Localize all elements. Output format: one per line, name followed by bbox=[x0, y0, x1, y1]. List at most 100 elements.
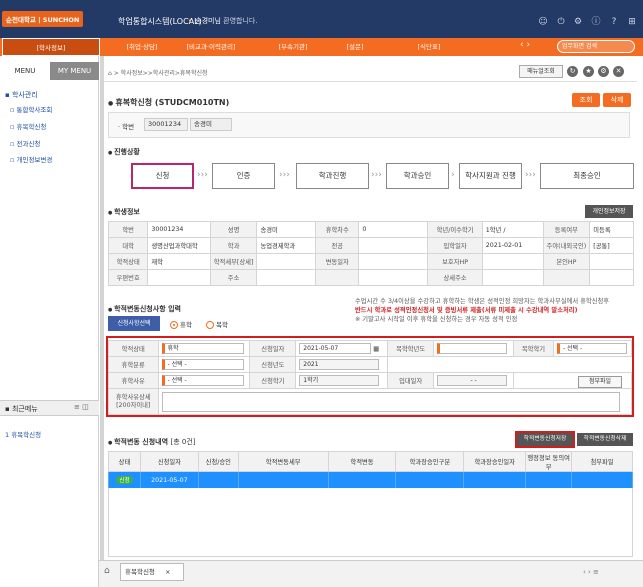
radio-leave[interactable]: 휴학 bbox=[170, 319, 192, 329]
tab-menu[interactable]: MENU bbox=[0, 62, 50, 80]
settings-small-icon[interactable]: ⚙ bbox=[598, 66, 609, 77]
manual-button[interactable]: 매뉴얼조회 bbox=[519, 65, 563, 78]
grid-icon[interactable]: ⊞ bbox=[627, 17, 637, 27]
info-value[interactable] bbox=[589, 253, 634, 270]
info-value[interactable] bbox=[358, 237, 429, 254]
info-value[interactable]: 농업경제학과 bbox=[256, 237, 317, 254]
column-header[interactable]: 신청일자 bbox=[139, 451, 199, 472]
info-value[interactable] bbox=[256, 253, 317, 270]
info-label: 상세주소 bbox=[427, 269, 483, 286]
leave-type-select[interactable]: - 선택 - bbox=[161, 359, 244, 370]
sidebar-splitter[interactable] bbox=[100, 56, 104, 564]
info-value[interactable]: 생명산업과학대학 bbox=[147, 237, 211, 254]
column-header[interactable]: 학적변동 bbox=[327, 451, 397, 472]
info-value[interactable] bbox=[358, 253, 429, 270]
info-value[interactable]: 1학년 / bbox=[481, 221, 544, 238]
student-id-field[interactable]: 30001234 bbox=[144, 118, 188, 131]
status-badge: 신청 bbox=[116, 476, 133, 484]
radio-on-icon bbox=[170, 321, 178, 329]
menu-scroll-arrows[interactable]: ‹ › bbox=[520, 40, 530, 50]
column-header[interactable]: 첨부파일 bbox=[571, 451, 633, 472]
radio-return[interactable]: 복학 bbox=[206, 319, 228, 329]
home-icon[interactable]: ⌂ bbox=[104, 566, 118, 580]
logout-icon[interactable]: ⏻ bbox=[556, 17, 566, 27]
delete-button[interactable]: 삭제 bbox=[603, 93, 631, 107]
step-office-progress: 학사지원과 진행 bbox=[459, 163, 522, 189]
info-value[interactable]: 미등록 bbox=[589, 221, 634, 238]
info-label: 학년/이수학기 bbox=[427, 221, 483, 238]
status-select[interactable]: 휴학 bbox=[161, 343, 244, 354]
info-value[interactable] bbox=[481, 269, 544, 286]
row-date: 2021-05-07 bbox=[139, 471, 199, 489]
menu-tab-affiliates[interactable]: [부속기관] bbox=[252, 38, 334, 56]
apply-delete-button[interactable]: 학적변동신청삭제 bbox=[577, 433, 633, 446]
step-final-approve: 최종승인 bbox=[540, 163, 634, 189]
chevron-icon: ››› bbox=[371, 170, 382, 180]
tab-label: 휴복학신청 bbox=[125, 568, 155, 576]
menu-tab-meal[interactable]: [식단표] bbox=[405, 38, 453, 56]
return-term-label: 복학학기 bbox=[513, 340, 554, 357]
info-label: 본인HP bbox=[542, 253, 591, 270]
home-icon[interactable]: ⌂ bbox=[108, 70, 112, 77]
tree-root-academic[interactable]: ▪ 학사관리 bbox=[5, 90, 38, 100]
reason-detail-textarea[interactable] bbox=[161, 391, 620, 412]
info-value[interactable]: 2021-02-01 bbox=[481, 237, 544, 254]
info-value[interactable] bbox=[256, 269, 317, 286]
table-row[interactable]: 신청 2021-05-07 bbox=[108, 471, 633, 489]
recent-item-label: 휴복학신청 bbox=[11, 431, 42, 439]
university-logo[interactable]: 순천대학교 | SUNCHON bbox=[2, 11, 84, 27]
recent-menu-title: ▪ 최근메뉴 bbox=[5, 405, 38, 413]
column-header[interactable]: 학과장승인일자 bbox=[463, 451, 527, 472]
info-value[interactable] bbox=[481, 253, 544, 270]
info-value[interactable]: 재학 bbox=[147, 253, 211, 270]
menu-tab-academic[interactable]: [학사정보] bbox=[2, 38, 100, 56]
sidebar-item-personal[interactable]: ▫ 개인정보변경 bbox=[10, 154, 52, 164]
info-value[interactable]: 30001234 bbox=[147, 221, 211, 238]
info-icon[interactable]: ⓘ bbox=[591, 17, 601, 27]
info-value[interactable] bbox=[147, 269, 211, 286]
sidebar-item-integrated[interactable]: ▫ 통합학사조회 bbox=[10, 104, 52, 114]
tab-leave-return[interactable]: 휴복학신청 × bbox=[120, 563, 184, 581]
tab-my-menu[interactable]: MY MENU bbox=[50, 62, 99, 80]
apply-save-button[interactable]: 학적변동신청저장 bbox=[515, 431, 575, 448]
info-value[interactable] bbox=[589, 269, 634, 286]
return-year-label: 복학학년도 bbox=[387, 340, 435, 357]
sidebar-item-transfer[interactable]: ▫ 전과신청 bbox=[10, 138, 40, 148]
leave-reason-select[interactable]: - 선택 - bbox=[161, 375, 244, 386]
help-icon[interactable]: ? bbox=[609, 17, 619, 27]
info-value[interactable]: [공통] bbox=[589, 237, 634, 254]
attach-file-button[interactable]: 첨부파일 bbox=[578, 376, 622, 388]
column-header[interactable]: 학과장승인구분 bbox=[395, 451, 465, 472]
sidebar-item-leave[interactable]: ▫ 휴복학신청 bbox=[10, 121, 46, 131]
user-icon[interactable]: ☺ bbox=[538, 17, 548, 27]
info-value[interactable]: 0 bbox=[358, 221, 429, 238]
close-tab-icon[interactable]: × bbox=[165, 568, 170, 576]
column-header[interactable]: 신청/승인 bbox=[197, 451, 239, 472]
sidebar-item-label: 휴복학신청 bbox=[16, 123, 47, 131]
leave-reason-label: 휴학사유 bbox=[108, 372, 159, 389]
student-name-field[interactable]: 송경미 bbox=[190, 118, 232, 131]
column-header[interactable]: 학적변동세부 bbox=[237, 451, 329, 472]
list-toggle-icon[interactable]: ≡ ◫ bbox=[74, 403, 89, 411]
close-icon[interactable]: ✕ bbox=[613, 66, 624, 77]
tab-nav-controls[interactable]: ‹ › ≡ bbox=[583, 568, 599, 576]
calendar-icon[interactable]: ▦ bbox=[373, 346, 379, 353]
info-value[interactable]: 송경미 bbox=[256, 221, 317, 238]
breadcrumb: ⌂ > 학사정보>>학사관리>휴복학신청 bbox=[108, 68, 208, 77]
menu-tab-extracurricular[interactable]: [비교과·이력관리] bbox=[170, 38, 252, 56]
return-year-field[interactable] bbox=[437, 343, 508, 354]
star-icon[interactable]: ★ bbox=[583, 66, 594, 77]
apply-date-field[interactable]: 2021-05-07 bbox=[299, 343, 372, 354]
column-header[interactable]: 상태 bbox=[108, 451, 141, 472]
recent-menu-item[interactable]: 1 휴복학신청 bbox=[5, 429, 41, 439]
column-header[interactable]: 행정정보 동의여부 bbox=[525, 451, 573, 472]
menu-tab-survey[interactable]: [설문] bbox=[334, 38, 376, 56]
info-value[interactable] bbox=[358, 269, 429, 286]
refresh-icon[interactable]: ↻ bbox=[567, 66, 578, 77]
menu-search-input[interactable]: 업무화면 검색 bbox=[557, 40, 635, 53]
enlist-date-field[interactable]: - - bbox=[437, 375, 508, 386]
settings-icon[interactable]: ⚙ bbox=[573, 17, 583, 27]
search-button[interactable]: 조회 bbox=[572, 93, 600, 107]
personal-save-button[interactable]: 개인정보저장 bbox=[585, 205, 633, 218]
return-term-select[interactable]: - 선택 - bbox=[556, 343, 627, 354]
